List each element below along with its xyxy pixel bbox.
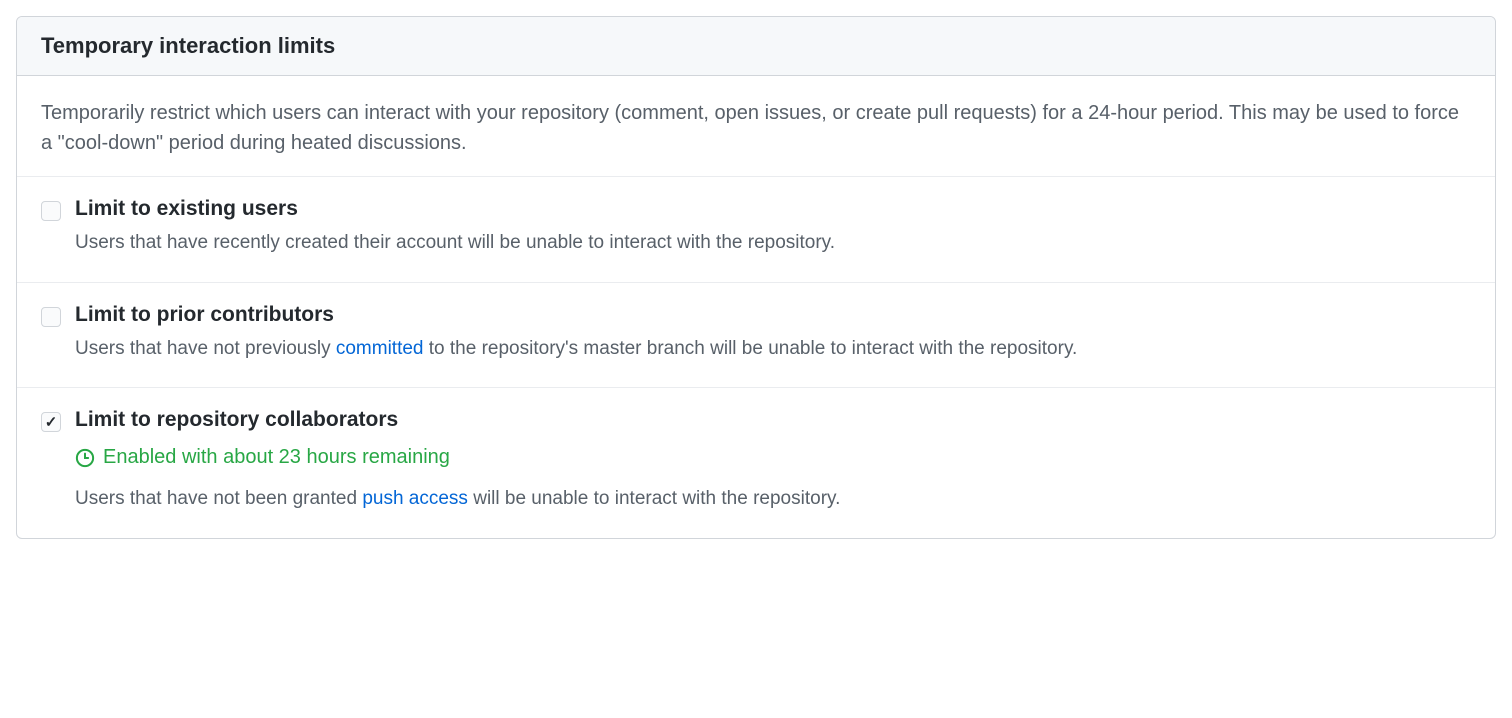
enabled-status-text: Enabled with about 23 hours remaining bbox=[103, 446, 450, 469]
panel-header: Temporary interaction limits bbox=[17, 17, 1495, 76]
push-access-link[interactable]: push access bbox=[362, 488, 468, 509]
collaborators-desc-after: will be unable to interact with the repo… bbox=[468, 488, 840, 509]
existing-users-title: Limit to existing users bbox=[75, 197, 1471, 221]
option-existing-users: Limit to existing users Users that have … bbox=[17, 176, 1495, 282]
option-collaborators: Limit to repository collaborators Enable… bbox=[17, 387, 1495, 538]
collaborators-desc-before: Users that have not been granted bbox=[75, 488, 362, 509]
prior-contributors-checkbox[interactable] bbox=[41, 307, 61, 327]
collaborators-checkbox[interactable] bbox=[41, 412, 61, 432]
panel-description: Temporarily restrict which users can int… bbox=[17, 76, 1495, 176]
prior-contributors-desc: Users that have not previously committed… bbox=[75, 335, 1471, 364]
existing-users-checkbox[interactable] bbox=[41, 201, 61, 221]
collaborators-title: Limit to repository collaborators bbox=[75, 408, 1471, 432]
clock-icon bbox=[75, 448, 95, 468]
prior-contributors-title: Limit to prior contributors bbox=[75, 303, 1471, 327]
prior-contributors-desc-before: Users that have not previously bbox=[75, 338, 336, 359]
committed-link[interactable]: committed bbox=[336, 338, 424, 359]
panel-title: Temporary interaction limits bbox=[41, 33, 1471, 59]
option-prior-contributors: Limit to prior contributors Users that h… bbox=[17, 282, 1495, 388]
existing-users-desc: Users that have recently created their a… bbox=[75, 229, 1471, 258]
enabled-status: Enabled with about 23 hours remaining bbox=[75, 446, 1471, 469]
prior-contributors-desc-after: to the repository's master branch will b… bbox=[424, 338, 1078, 359]
interaction-limits-panel: Temporary interaction limits Temporarily… bbox=[16, 16, 1496, 539]
collaborators-desc: Users that have not been granted push ac… bbox=[75, 485, 1471, 514]
